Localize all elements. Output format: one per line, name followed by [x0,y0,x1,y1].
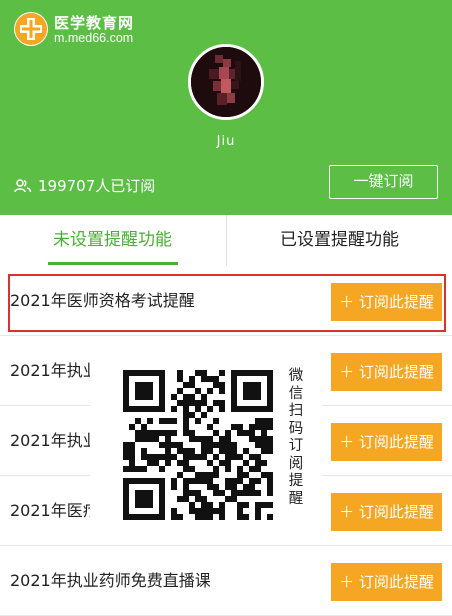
subscribe-reminder-button[interactable]: ＋ 订阅此提醒 [331,283,442,321]
username: Jiu [216,134,236,149]
reminder-title: 2021年执业 [10,361,99,380]
avatar [188,44,264,120]
reminder-title: 2021年医疗 [10,501,99,520]
reminder-title: 2021年医师资格考试提醒 [10,291,195,310]
reminder-title: 2021年执业 [10,431,99,450]
qr-caption: 微信扫码订阅提醒 [288,368,304,507]
subscribe-reminder-button[interactable]: ＋ 订阅此提醒 [331,493,442,531]
active-tab-indicator [48,262,178,265]
reminder-title: 2021年执业药师免费直播课 [10,571,211,590]
list-item: 2021年医师资格考试提醒 ＋ 订阅此提醒 [0,266,452,336]
subscribe-all-button[interactable]: 一键订阅 [329,165,438,199]
subscribe-reminder-button[interactable]: ＋ 订阅此提醒 [331,423,442,461]
subscribe-reminder-button[interactable]: ＋ 订阅此提醒 [331,563,442,601]
qr-code-icon[interactable] [123,370,273,520]
list-item: 2021年执业药师免费直播课 ＋ 订阅此提醒 [0,546,452,616]
wechat-qr-popup: 微信扫码订阅提醒 [90,358,322,542]
subscribe-reminder-button[interactable]: ＋ 订阅此提醒 [331,353,442,391]
reminder-tabs: 未设置提醒功能 已设置提醒功能 [0,215,452,267]
subscriber-count-text: 199707人已订阅 [38,177,156,195]
medical-cross-icon [14,12,48,46]
profile-header: 医学教育网 m.med66.com Jiu 199707人已订阅 一键订阅 [0,0,452,215]
logo-url: m.med66.com [54,31,134,45]
tab-set[interactable]: 已设置提醒功能 [227,215,452,266]
subscriber-count: 199707人已订阅 [14,175,155,196]
tab-not-set[interactable]: 未设置提醒功能 [0,215,225,266]
users-icon [14,178,32,192]
logo-name: 医学教育网 [54,14,135,32]
